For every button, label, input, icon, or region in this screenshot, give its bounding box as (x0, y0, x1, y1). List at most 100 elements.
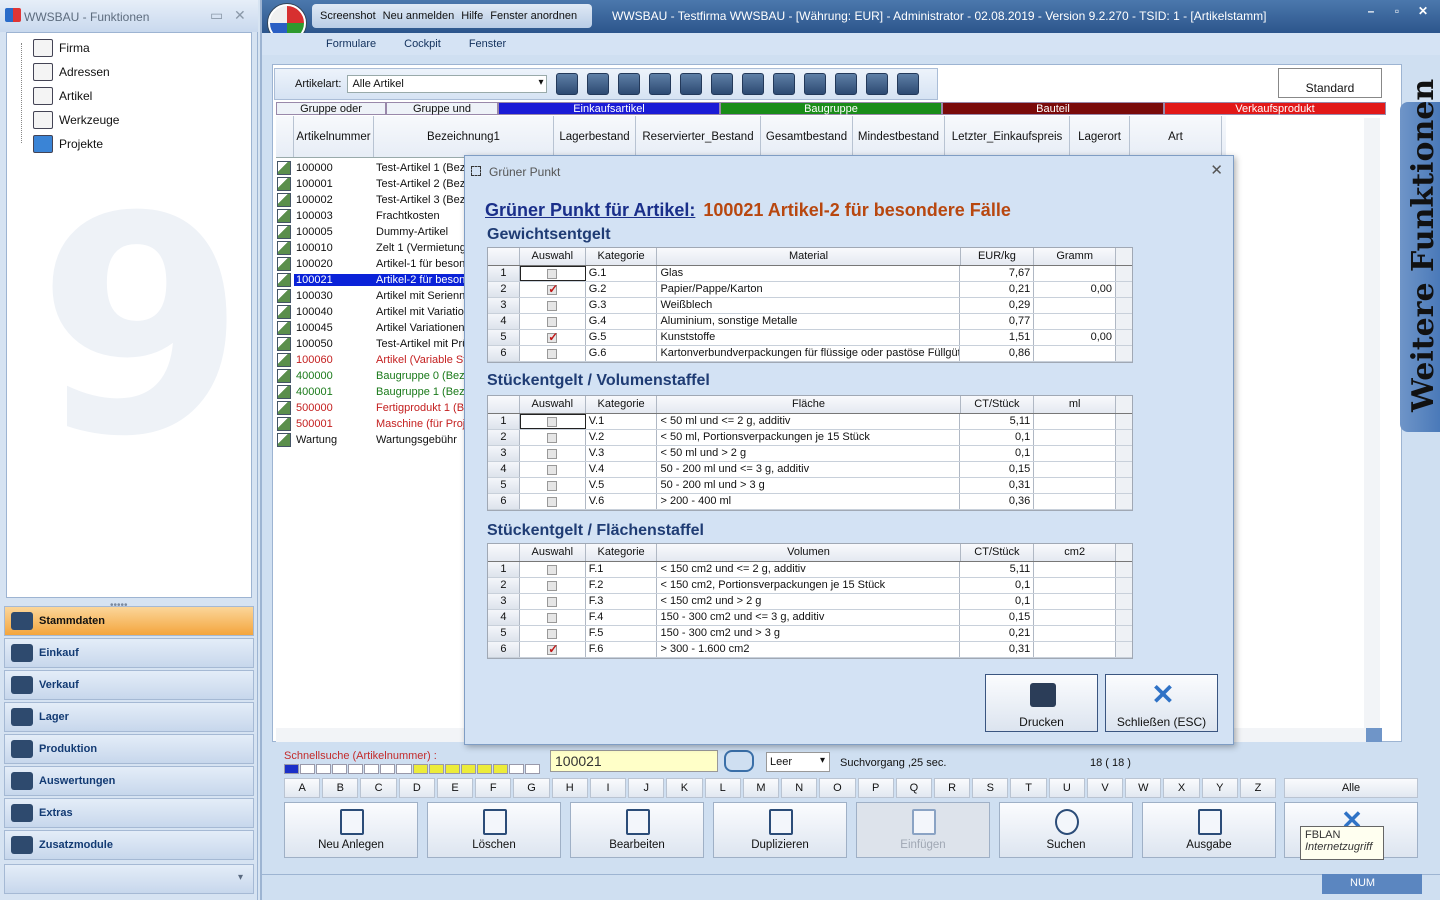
letter-t-button[interactable]: T (1010, 778, 1047, 798)
cell-menge[interactable] (1034, 462, 1117, 477)
module-produktion[interactable]: Produktion (4, 734, 254, 764)
table-scrollbar[interactable] (1116, 494, 1132, 509)
tree-item-adressen[interactable]: Adressen (33, 61, 110, 83)
table-row[interactable]: 5 G.5Kunststoffe1,510,00 (488, 330, 1132, 346)
module-einkauf[interactable]: Einkauf (4, 638, 254, 668)
quick-screenshot[interactable]: Screenshot (320, 10, 376, 22)
close-icon[interactable]: ✕ (234, 7, 246, 24)
row-checkbox-icon[interactable] (277, 273, 291, 287)
table-row[interactable]: 4 V.4 50 - 200 ml und <= 3 g, additiv 0,15 (488, 462, 1132, 478)
auswahl-checkbox[interactable] (547, 416, 558, 427)
letter-q-button[interactable]: Q (895, 778, 932, 798)
auswahl-checkbox[interactable] (547, 564, 558, 575)
cell-menge[interactable]: 0,00 (1034, 282, 1117, 297)
row-checkbox-icon[interactable] (277, 257, 291, 271)
letter-n-button[interactable]: N (781, 778, 818, 798)
cell-menge[interactable] (1034, 298, 1117, 313)
letter-b-button[interactable]: B (322, 778, 359, 798)
table-row[interactable]: 100045 Artikel Variationen (276, 320, 470, 336)
boxes-icon[interactable] (649, 73, 672, 95)
row-checkbox-icon[interactable] (277, 401, 291, 415)
letter-x-button[interactable]: X (1163, 778, 1200, 798)
letter-u-button[interactable]: U (1048, 778, 1085, 798)
artikelart-select[interactable]: Alle Artikel (347, 75, 548, 93)
table-scrollbar[interactable] (1116, 346, 1132, 361)
minimize-icon[interactable]: – (1358, 4, 1384, 20)
table-row[interactable]: 100010 Zelt 1 (Vermietung) (276, 240, 470, 256)
package-icon[interactable] (711, 73, 734, 95)
einfuegen-button[interactable]: Einfügen (856, 802, 990, 858)
cell-menge[interactable]: 0,00 (1034, 330, 1117, 345)
letter-f-button[interactable]: F (475, 778, 512, 798)
letter-s-button[interactable]: S (972, 778, 1009, 798)
letter-o-button[interactable]: O (819, 778, 856, 798)
table-scrollbar[interactable] (1116, 642, 1132, 657)
auswahl-checkbox[interactable] (547, 496, 558, 507)
bearbeiten-button[interactable]: Bearbeiten (570, 802, 704, 858)
table-row[interactable]: 5 V.5 50 - 200 ml und > 3 g 0,31 (488, 478, 1132, 494)
table-row[interactable]: 4 F.4 150 - 300 cm2 und <= 3 g, additiv 0,1… (488, 610, 1132, 626)
col-artikelnummer[interactable]: Artikelnummer (294, 116, 374, 157)
window-top-icon[interactable] (866, 73, 889, 95)
quick-fenster-anordnen[interactable]: Fenster anordnen (490, 10, 577, 22)
cell-menge[interactable] (1034, 562, 1117, 577)
auswahl-checkbox[interactable] (547, 316, 558, 327)
legend-gruppe-und[interactable]: Gruppe und (386, 102, 498, 115)
cell-menge[interactable] (1034, 494, 1117, 509)
col-art[interactable]: Art (1130, 116, 1222, 157)
auswahl-checkbox[interactable] (547, 464, 558, 475)
table-scrollbar[interactable] (1116, 330, 1132, 345)
table-row[interactable]: 100050 Test-Artikel mit Prü (276, 336, 470, 352)
auswahl-checkbox[interactable] (547, 580, 558, 591)
col-reservierter-bestand[interactable]: Reservierter_Bestand (636, 116, 761, 157)
table-row[interactable]: 2 V.2 < 50 ml, Portionsverpackungen je 15 … (488, 430, 1132, 446)
table-row[interactable]: 500000 Fertigprodukt 1 (B (276, 400, 470, 416)
table-row[interactable]: 5 F.5 150 - 300 cm2 und > 3 g 0,21 (488, 626, 1132, 642)
cell-menge[interactable] (1034, 626, 1117, 641)
row-checkbox-icon[interactable] (277, 225, 291, 239)
table-row[interactable]: 6 V.6 > 200 - 400 ml 0,36 (488, 494, 1132, 510)
row-checkbox-icon[interactable] (277, 177, 291, 191)
drucken-button[interactable]: Drucken (985, 674, 1098, 732)
field-icon[interactable] (773, 73, 796, 95)
table-scrollbar[interactable] (1116, 562, 1132, 577)
table-row[interactable]: Wartung Wartungsgebühr (276, 432, 470, 448)
sort-icon[interactable] (804, 73, 827, 95)
row-checkbox-icon[interactable] (277, 353, 291, 367)
ausgabe-button[interactable]: Ausgabe (1142, 802, 1276, 858)
tree-item-werkzeuge[interactable]: Werkzeuge (33, 109, 119, 131)
schliessen-button[interactable]: ✕ Schließen (ESC) (1105, 674, 1218, 732)
module-overflow-button[interactable]: ▾ (4, 864, 254, 894)
maximize-icon[interactable]: ▫ (1384, 4, 1410, 20)
menu-formulare[interactable]: Formulare (326, 38, 376, 50)
grid-view-icon[interactable] (556, 73, 579, 95)
auswahl-checkbox[interactable] (547, 282, 558, 297)
table-scrollbar[interactable] (1116, 266, 1132, 281)
cell-menge[interactable] (1034, 430, 1117, 445)
module-zusatzmodule[interactable]: Zusatzmodule (4, 830, 254, 860)
table-row[interactable]: 100001 Test-Artikel 2 (Bez (276, 176, 470, 192)
row-checkbox-icon[interactable] (277, 385, 291, 399)
letter-g-button[interactable]: G (513, 778, 550, 798)
table-scrollbar[interactable] (1116, 626, 1132, 641)
pointing-hand-icon[interactable] (724, 750, 754, 772)
letter-a-button[interactable]: A (284, 778, 321, 798)
letter-r-button[interactable]: R (933, 778, 971, 798)
auswahl-checkbox[interactable] (547, 612, 558, 623)
letter-y-button[interactable]: Y (1201, 778, 1238, 798)
row-checkbox-icon[interactable] (277, 241, 291, 255)
letter-j-button[interactable]: J (628, 778, 665, 798)
letter-i-button[interactable]: I (589, 778, 627, 798)
quick-neu-anmelden[interactable]: Neu anmelden (383, 10, 455, 22)
letter-z-button[interactable]: Z (1239, 778, 1277, 798)
table-row[interactable]: 100060 Artikel (Variable St (276, 352, 470, 368)
auswahl-checkbox[interactable] (547, 448, 558, 459)
row-checkbox-icon[interactable] (277, 209, 291, 223)
table-row[interactable]: 100020 Artikel-1 für besonde (276, 256, 470, 272)
grid-vertical-scrollbar[interactable] (1364, 118, 1380, 728)
dialog-close-icon[interactable]: ✕ (1210, 161, 1223, 179)
table-scrollbar[interactable] (1116, 414, 1132, 429)
image-icon[interactable] (618, 73, 641, 95)
layout-icon[interactable] (897, 73, 920, 95)
cell-menge[interactable] (1034, 414, 1117, 429)
